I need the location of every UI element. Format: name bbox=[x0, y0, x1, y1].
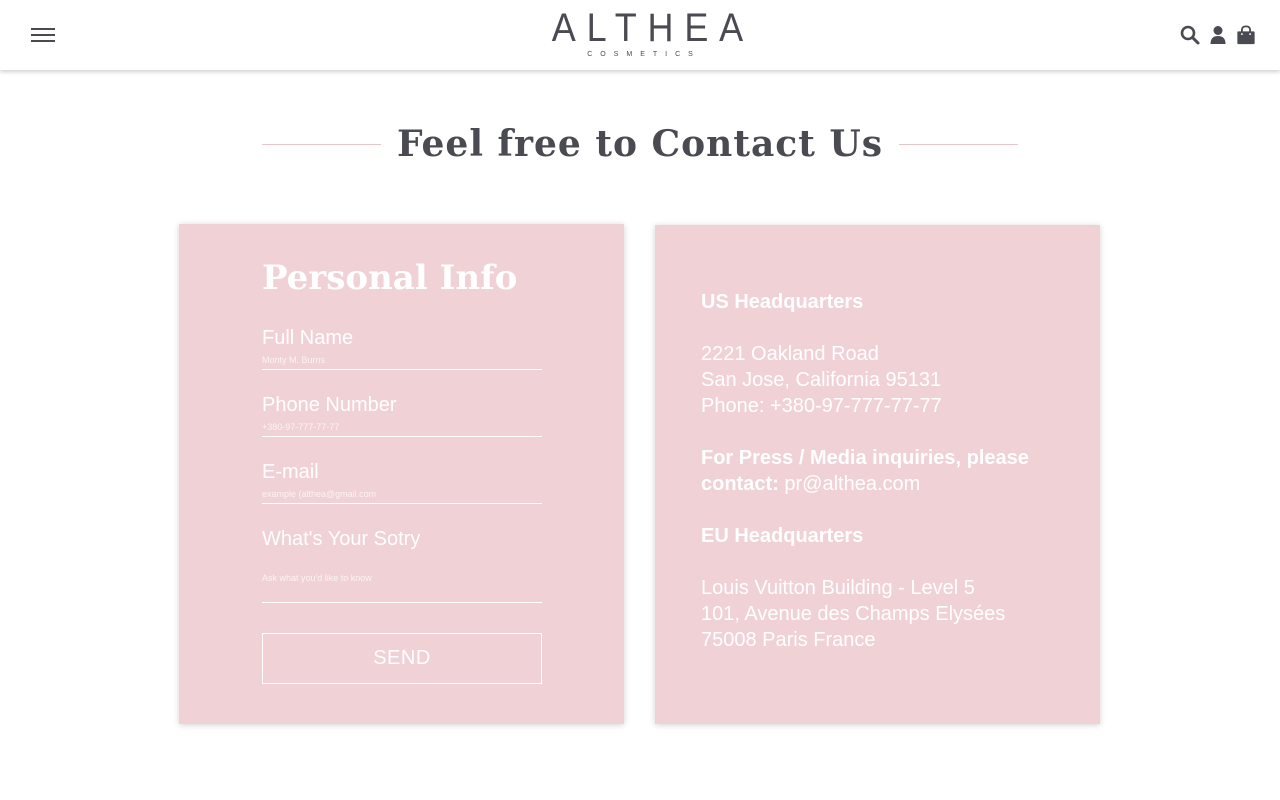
us-address-line-1: 2221 Oakland Road bbox=[701, 343, 879, 365]
us-headquarters-heading: US Headquarters bbox=[701, 291, 864, 313]
press-email-link[interactable]: pr@althea.com bbox=[784, 473, 920, 495]
page-title: Feel free to Contact Us bbox=[396, 123, 884, 165]
bag-icon[interactable] bbox=[1236, 24, 1256, 46]
title-divider-right bbox=[899, 143, 1018, 145]
eu-address-line-1: Louis Vuitton Building - Level 5 bbox=[701, 577, 975, 599]
us-phone: Phone: +380-97-777-77-77 bbox=[701, 395, 942, 417]
story-label: What's Your Sotry bbox=[262, 528, 421, 550]
eu-address-line-2: 101, Avenue des Champs Elysées bbox=[701, 603, 1006, 625]
full-name-field: Full Name bbox=[262, 326, 542, 370]
email-label: E-mail bbox=[262, 461, 319, 483]
phone-field: Phone Number bbox=[262, 393, 542, 437]
page-title-row: Feel free to Contact Us bbox=[262, 118, 1018, 170]
story-field: What's Your Sotry bbox=[262, 527, 542, 603]
header-actions bbox=[1180, 22, 1256, 48]
press-contact: For Press / Media inquiries, please cont… bbox=[701, 445, 1041, 497]
menu-icon[interactable] bbox=[30, 24, 56, 46]
title-divider-left bbox=[262, 143, 381, 145]
full-name-input[interactable] bbox=[262, 350, 542, 370]
site-header: ALTHEA COSMETICS bbox=[0, 0, 1280, 70]
phone-label: Phone Number bbox=[262, 394, 397, 416]
eu-headquarters-heading: EU Headquarters bbox=[701, 525, 864, 547]
search-icon[interactable] bbox=[1180, 24, 1200, 46]
user-icon[interactable] bbox=[1208, 24, 1228, 46]
logo-wordmark: ALTHEA bbox=[551, 6, 754, 50]
eu-address-line-3: 75008 Paris France bbox=[701, 629, 876, 651]
story-textarea[interactable] bbox=[262, 551, 542, 603]
send-button[interactable]: SEND bbox=[262, 633, 542, 684]
contact-info: US Headquarters 2221 Oakland Road San Jo… bbox=[701, 289, 1041, 679]
logo-subtitle: COSMETICS bbox=[587, 51, 701, 58]
form-heading: Personal Info bbox=[262, 258, 518, 298]
us-address-line-2: San Jose, California 95131 bbox=[701, 369, 942, 391]
email-input[interactable] bbox=[262, 484, 542, 504]
phone-input[interactable] bbox=[262, 417, 542, 437]
brand-logo[interactable]: ALTHEA COSMETICS bbox=[530, 6, 750, 64]
contact-info-card: US Headquarters 2221 Oakland Road San Jo… bbox=[655, 225, 1100, 724]
full-name-label: Full Name bbox=[262, 327, 354, 349]
contact-form-card: Personal Info Full Name Phone Number E-m… bbox=[179, 224, 624, 724]
email-field: E-mail bbox=[262, 460, 542, 504]
